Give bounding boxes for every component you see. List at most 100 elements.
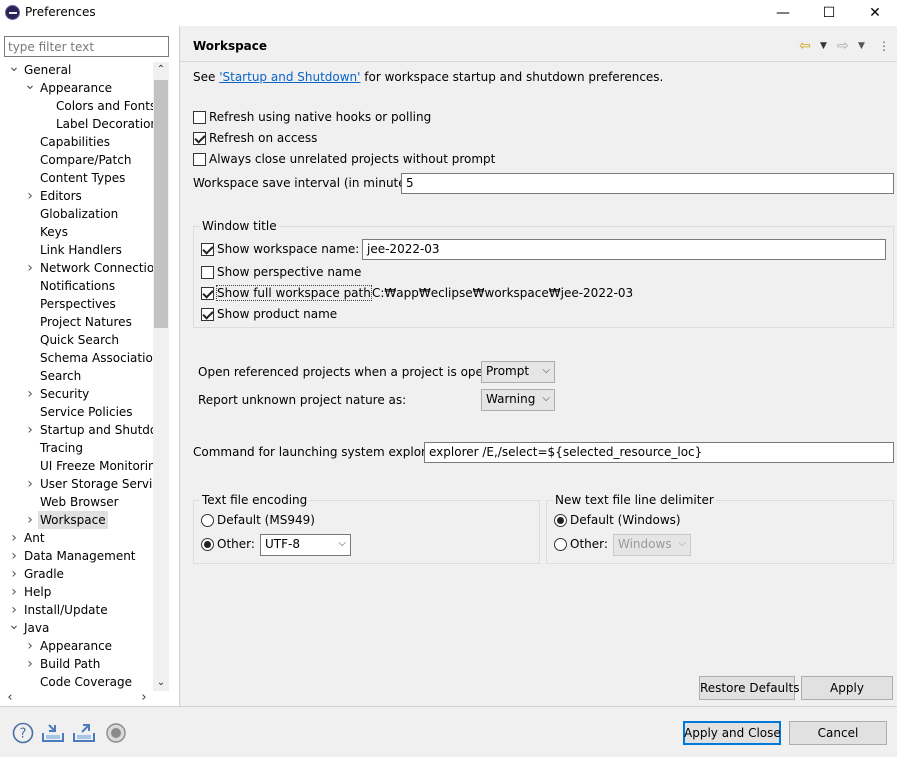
tree-item[interactable]: › Help	[0, 583, 153, 601]
encoding-other-label[interactable]: Other:	[217, 537, 255, 551]
forward-arrow-icon[interactable]: ⇨	[837, 38, 849, 54]
collapsed-chevron-icon[interactable]: ›	[24, 421, 36, 439]
tree-item[interactable]: Schema Associations	[0, 349, 153, 367]
filter-input[interactable]	[4, 36, 169, 57]
tree-item[interactable]: › Gradle	[0, 565, 153, 583]
export-icon[interactable]	[71, 720, 97, 746]
tree-item[interactable]: Content Types	[0, 169, 153, 187]
show-perspective-name-label[interactable]: Show perspective name	[217, 265, 361, 279]
collapsed-chevron-icon[interactable]: ›	[24, 187, 36, 205]
cancel-button[interactable]: Cancel	[789, 721, 887, 745]
collapsed-chevron-icon[interactable]: ›	[8, 583, 20, 601]
always-close-checkbox[interactable]	[193, 153, 206, 166]
refresh-native-label[interactable]: Refresh using native hooks or polling	[209, 110, 431, 124]
collapsed-chevron-icon[interactable]: ›	[8, 565, 20, 583]
show-workspace-name-checkbox[interactable]	[201, 243, 214, 256]
restore-defaults-button[interactable]: Restore Defaults	[699, 676, 799, 700]
tree-item[interactable]: ⌄ Appearance	[0, 78, 153, 97]
scroll-thumb[interactable]	[154, 80, 168, 328]
import-icon[interactable]	[40, 720, 66, 746]
tree-item[interactable]: › Editors	[0, 187, 153, 205]
refresh-access-label[interactable]: Refresh on access	[209, 131, 317, 145]
tree-item[interactable]: Notifications	[0, 277, 153, 295]
delimiter-other-label[interactable]: Other:	[570, 537, 608, 551]
tree-item[interactable]: Quick Search	[0, 331, 153, 349]
refresh-access-checkbox[interactable]	[193, 132, 206, 145]
delimiter-other-radio[interactable]	[554, 538, 567, 551]
unknown-nature-select[interactable]: Warning ⌵	[481, 389, 555, 411]
show-product-name-label[interactable]: Show product name	[217, 307, 337, 321]
show-full-path-checkbox[interactable]	[201, 287, 214, 300]
tree-item[interactable]: Label Decorations	[0, 115, 153, 133]
tree-item[interactable]: Project Natures	[0, 313, 153, 331]
show-workspace-name-label[interactable]: Show workspace name:	[217, 242, 359, 256]
tree-item[interactable]: › Data Management	[0, 547, 153, 565]
collapsed-chevron-icon[interactable]: ›	[8, 547, 20, 565]
tree-item[interactable]: › Build Path	[0, 655, 153, 673]
tree-item[interactable]: › Appearance	[0, 637, 153, 655]
show-product-name-checkbox[interactable]	[201, 308, 214, 321]
collapsed-chevron-icon[interactable]: ›	[8, 529, 20, 547]
minimize-button[interactable]: —	[760, 0, 806, 26]
encoding-select[interactable]: UTF-8 ⌵	[260, 534, 351, 556]
tree-horizontal-scrollbar[interactable]: ‹ ›	[0, 689, 153, 706]
tree-item[interactable]: Keys	[0, 223, 153, 241]
tree-item[interactable]: Tracing	[0, 439, 153, 457]
tree-item[interactable]: Perspectives	[0, 295, 153, 313]
save-interval-input[interactable]: 5	[401, 173, 894, 194]
scroll-left-icon[interactable]: ‹	[2, 689, 18, 706]
tree-item[interactable]: UI Freeze Monitoring	[0, 457, 153, 475]
expanded-chevron-icon[interactable]: ⌄	[8, 62, 20, 79]
tree-item[interactable]: › Security	[0, 385, 153, 403]
delimiter-default-label[interactable]: Default (Windows)	[570, 513, 681, 527]
scroll-down-icon[interactable]: ⌄	[153, 675, 169, 691]
refresh-native-checkbox[interactable]	[193, 111, 206, 124]
scroll-up-icon[interactable]: ⌃	[153, 62, 169, 78]
collapsed-chevron-icon[interactable]: ›	[24, 637, 36, 655]
oomph-recorder-icon[interactable]	[103, 720, 129, 746]
apply-button[interactable]: Apply	[801, 676, 893, 700]
help-icon[interactable]: ?	[10, 720, 36, 746]
scroll-right-icon[interactable]: ›	[136, 689, 152, 706]
encoding-default-radio[interactable]	[201, 514, 214, 527]
encoding-other-radio[interactable]	[201, 538, 214, 551]
tree-item[interactable]: Compare/Patch	[0, 151, 153, 169]
startup-shutdown-link[interactable]: 'Startup and Shutdown'	[219, 70, 360, 84]
show-perspective-name-checkbox[interactable]	[201, 266, 214, 279]
maximize-button[interactable]: ☐	[806, 0, 852, 26]
tree-item[interactable]: › Network Connections	[0, 259, 153, 277]
tree-item[interactable]: Colors and Fonts	[0, 97, 153, 115]
forward-menu-chevron-icon[interactable]: ▼	[858, 38, 865, 54]
tree-item[interactable]: Service Policies	[0, 403, 153, 421]
collapsed-chevron-icon[interactable]: ›	[24, 655, 36, 673]
back-arrow-icon[interactable]: ⇦	[799, 38, 811, 54]
collapsed-chevron-icon[interactable]: ›	[24, 385, 36, 403]
tree-item[interactable]: Search	[0, 367, 153, 385]
collapsed-chevron-icon[interactable]: ›	[24, 511, 36, 529]
tree-item[interactable]: › Workspace	[0, 511, 153, 529]
expanded-chevron-icon[interactable]: ⌄	[24, 78, 36, 97]
encoding-default-label[interactable]: Default (MS949)	[217, 513, 315, 527]
always-close-label[interactable]: Always close unrelated projects without …	[209, 152, 495, 166]
tree-item[interactable]: › Ant	[0, 529, 153, 547]
view-menu-icon[interactable]: ⋮	[878, 38, 890, 54]
tree-item[interactable]: ⌄ General	[0, 62, 153, 79]
workspace-name-input[interactable]: jee-2022-03	[362, 239, 886, 260]
open-referenced-select[interactable]: Prompt ⌵	[481, 361, 555, 383]
expanded-chevron-icon[interactable]: ⌄	[8, 618, 20, 637]
delimiter-default-radio[interactable]	[554, 514, 567, 527]
collapsed-chevron-icon[interactable]: ›	[24, 475, 36, 493]
tree-item[interactable]: Web Browser	[0, 493, 153, 511]
tree-item[interactable]: Link Handlers	[0, 241, 153, 259]
tree-item[interactable]: › Startup and Shutdown	[0, 421, 153, 439]
tree-item[interactable]: › Install/Update	[0, 601, 153, 619]
tree-vertical-scrollbar[interactable]: ⌃ ⌄	[153, 62, 169, 691]
tree-item[interactable]: ⌄ Java	[0, 618, 153, 637]
close-button[interactable]: ✕	[852, 0, 897, 26]
tree-item[interactable]: › User Storage Service	[0, 475, 153, 493]
tree-item[interactable]: Capabilities	[0, 133, 153, 151]
back-menu-chevron-icon[interactable]: ▼	[820, 38, 827, 54]
explorer-command-input[interactable]: explorer /E,/select=${selected_resource_…	[424, 442, 894, 463]
collapsed-chevron-icon[interactable]: ›	[24, 259, 36, 277]
show-full-path-label[interactable]: Show full workspace path	[216, 285, 372, 301]
